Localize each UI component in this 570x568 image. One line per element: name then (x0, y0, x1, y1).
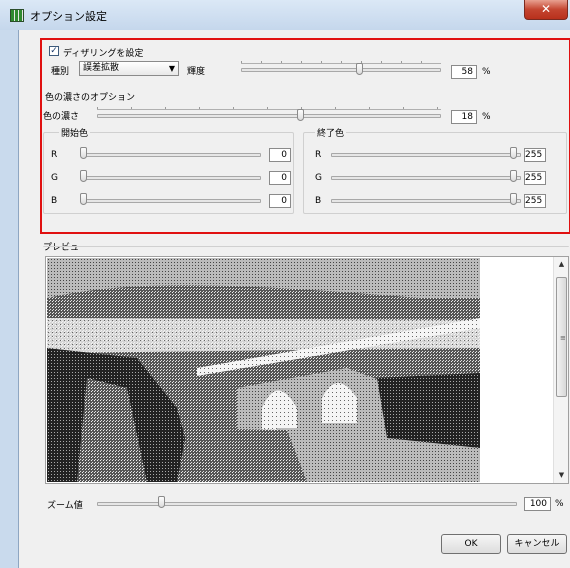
brightness-slider-track[interactable] (241, 68, 441, 72)
title-bar[interactable]: オプション設定 ✕ (0, 0, 570, 30)
end-r-slider-track[interactable] (331, 153, 521, 157)
zoom-unit: % (555, 499, 564, 509)
chevron-down-icon: ▼ (168, 64, 175, 73)
app-icon (10, 9, 24, 22)
brightness-input[interactable]: 58 (451, 65, 477, 79)
type-select-value: 誤差拡散 (83, 63, 120, 73)
end-g-label: G (315, 173, 322, 183)
end-r-input[interactable]: 255 (524, 148, 546, 162)
checkmark-icon: ✓ (50, 46, 58, 56)
zoom-input[interactable]: 100 (524, 497, 551, 511)
cancel-button[interactable]: キャンセル (507, 534, 567, 554)
end-r-slider-thumb[interactable] (510, 147, 517, 159)
end-b-input[interactable]: 255 (524, 194, 546, 208)
density-label: 色の濃さ (43, 112, 80, 122)
density-slider-track[interactable] (97, 114, 441, 118)
zoom-slider-thumb[interactable] (158, 496, 165, 508)
preview-area: ▲ ≡ ▼ (45, 256, 569, 484)
grip-icon: ≡ (560, 334, 566, 342)
end-r-label: R (315, 150, 322, 160)
preview-vertical-scrollbar[interactable]: ▲ ≡ ▼ (553, 257, 568, 483)
zoom-label: ズーム値 (47, 501, 83, 511)
dither-enable-checkbox[interactable]: ✓ (49, 46, 59, 56)
preview-image (47, 258, 480, 482)
dialog-client-area: ✓ ディザリングを設定 種別 誤差拡散 ▼ 輝度 58 % 色の濃さのオプション… (18, 30, 570, 568)
end-color-title: 終了色 (315, 126, 347, 139)
start-r-input[interactable]: 0 (269, 148, 291, 162)
end-b-slider-track[interactable] (331, 199, 521, 203)
start-b-label: B (51, 196, 58, 206)
scroll-down-icon[interactable]: ▼ (554, 468, 569, 483)
brightness-ticks (241, 61, 441, 64)
start-b-slider-thumb[interactable] (80, 193, 87, 205)
density-ticks (97, 107, 441, 110)
end-b-slider-thumb[interactable] (510, 193, 517, 205)
start-g-slider-track[interactable] (81, 176, 261, 180)
density-input[interactable]: 18 (451, 110, 477, 124)
start-g-slider-thumb[interactable] (80, 170, 87, 182)
dithered-bridge-image (47, 258, 480, 482)
dialog-window: オプション設定 ✕ ✓ ディザリングを設定 種別 誤差拡散 ▼ 輝度 58 % … (0, 0, 570, 568)
close-button[interactable]: ✕ (524, 0, 568, 20)
end-b-label: B (315, 196, 322, 206)
density-slider-thumb[interactable] (297, 109, 304, 121)
color-options-label: 色の濃さのオプション (45, 93, 136, 103)
start-b-input[interactable]: 0 (269, 194, 291, 208)
end-g-slider-track[interactable] (331, 176, 521, 180)
start-r-label: R (51, 150, 58, 160)
end-g-slider-thumb[interactable] (510, 170, 517, 182)
start-r-slider-thumb[interactable] (80, 147, 87, 159)
brightness-label: 輝度 (187, 67, 206, 77)
scrollbar-thumb[interactable]: ≡ (556, 277, 567, 397)
preview-divider (43, 246, 569, 248)
type-label: 種別 (51, 67, 70, 77)
type-select[interactable]: 誤差拡散 ▼ (79, 61, 179, 76)
density-unit: % (482, 112, 491, 122)
start-g-input[interactable]: 0 (269, 171, 291, 185)
window-title: オプション設定 (30, 10, 107, 23)
brightness-unit: % (482, 67, 491, 77)
start-color-title: 開始色 (59, 126, 91, 139)
scroll-up-icon[interactable]: ▲ (554, 257, 569, 272)
end-g-input[interactable]: 255 (524, 171, 546, 185)
dither-enable-label: ディザリングを設定 (63, 49, 144, 59)
start-g-label: G (51, 173, 58, 183)
ok-button[interactable]: OK (441, 534, 501, 554)
start-r-slider-track[interactable] (81, 153, 261, 157)
start-b-slider-track[interactable] (81, 199, 261, 203)
brightness-slider-thumb[interactable] (356, 63, 363, 75)
